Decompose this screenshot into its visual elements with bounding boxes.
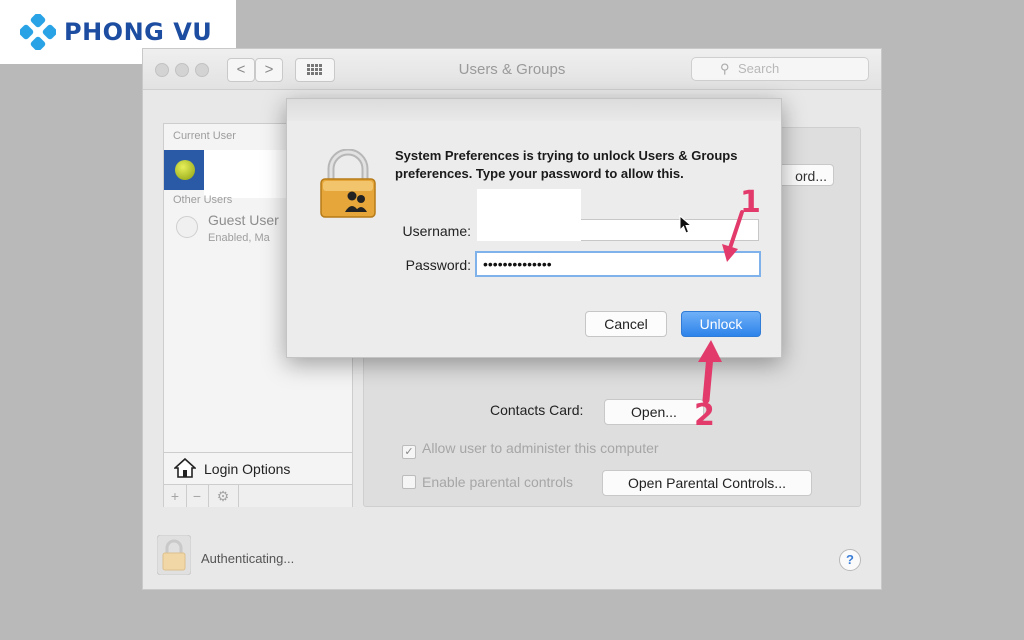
arrow-2-shaft: [702, 352, 714, 404]
arrow-1-head: [722, 244, 738, 262]
annotation-step-2: 2: [694, 398, 715, 433]
annotation-arrows: [698, 210, 744, 404]
annotation-step-1: 1: [740, 185, 761, 220]
arrow-2-head: [698, 340, 722, 362]
